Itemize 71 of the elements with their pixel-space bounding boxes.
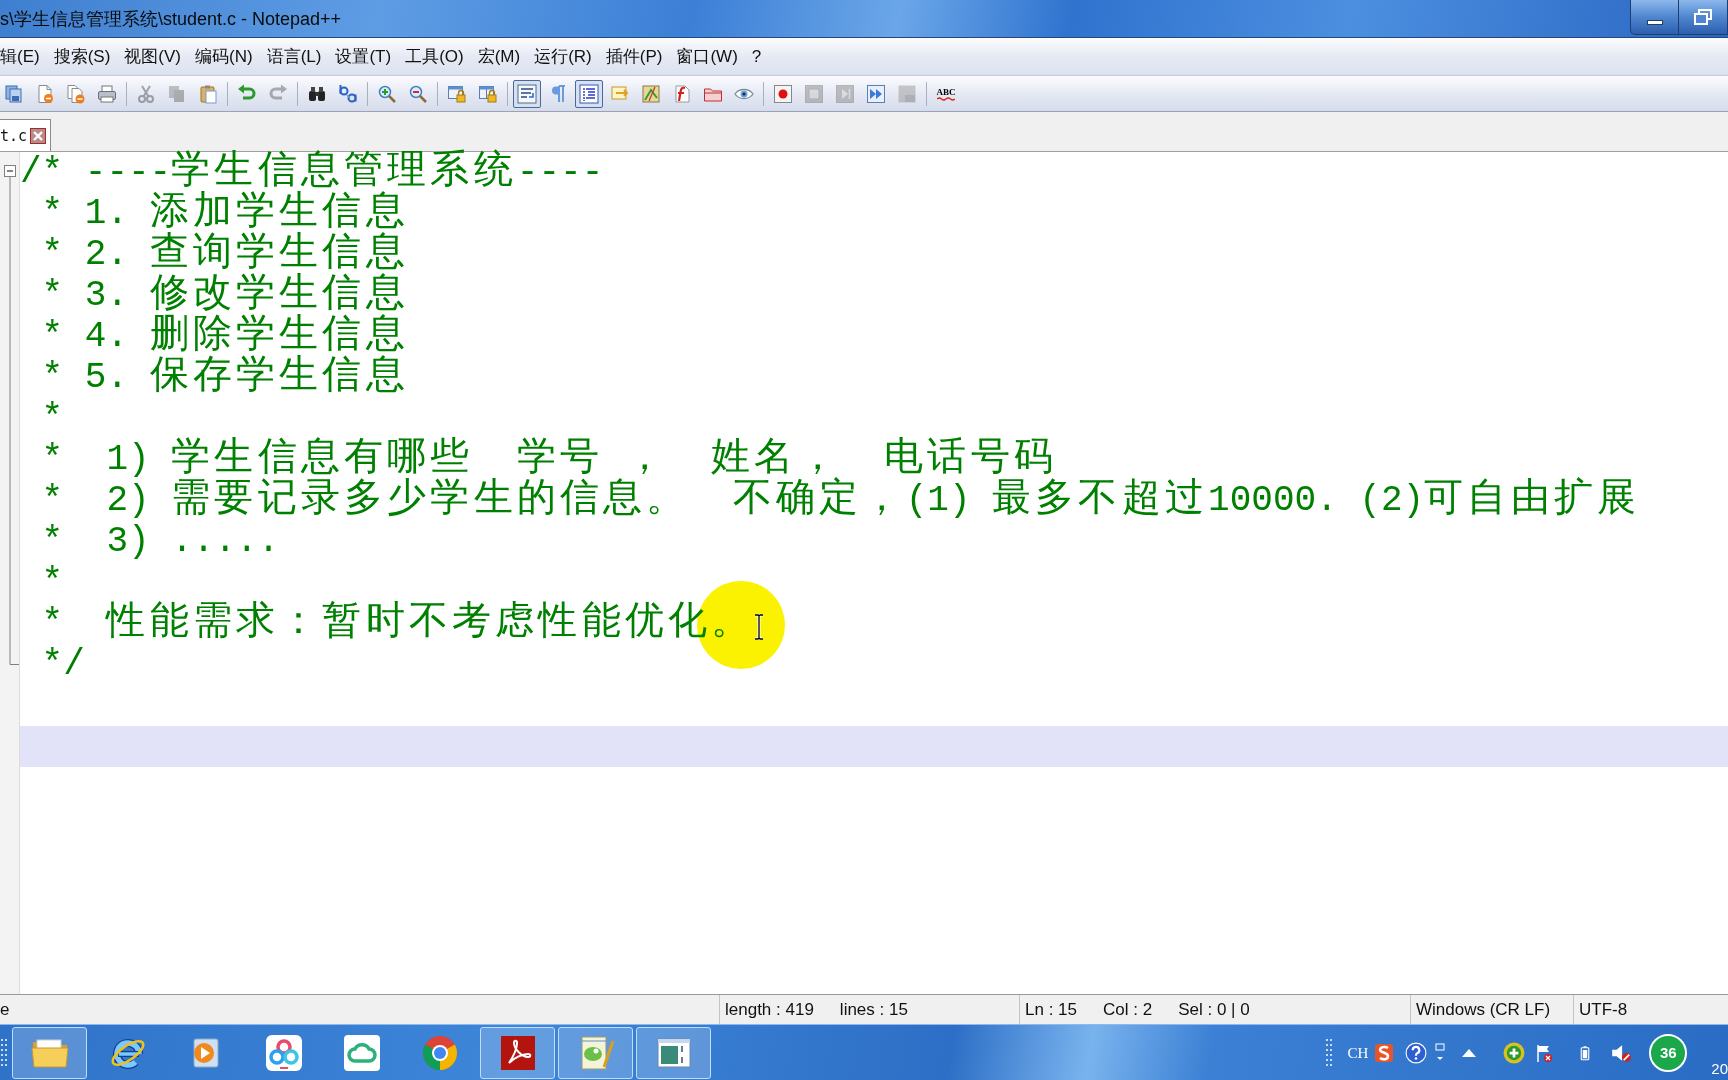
status-text: Sel : 0 | 0 bbox=[1178, 999, 1250, 1020]
document-close-icon bbox=[35, 83, 55, 104]
play-icon bbox=[835, 83, 855, 104]
text-cursor-icon bbox=[754, 614, 764, 640]
rings-logo-icon bbox=[263, 1032, 304, 1073]
code-line: */ bbox=[40, 644, 85, 685]
grip-icon bbox=[1326, 1039, 1333, 1066]
menu-item[interactable]: 编码(N) bbox=[195, 45, 253, 68]
taskbar-button[interactable] bbox=[636, 1026, 711, 1079]
code-line: * 5. 保存学生信息 bbox=[40, 357, 405, 398]
status-text: Ln : 15 bbox=[1025, 999, 1077, 1020]
menu-item[interactable]: ? bbox=[751, 45, 762, 68]
status-text: length : 419 bbox=[725, 999, 814, 1020]
documents-icon bbox=[4, 83, 24, 104]
window-title: s\学生信息管理系统\student.c - Notepad++ bbox=[0, 8, 342, 30]
menu-item[interactable]: 宏(M) bbox=[477, 45, 521, 68]
minimize-icon bbox=[1646, 20, 1663, 25]
clipboard-icon bbox=[198, 83, 218, 104]
window-lock-icon bbox=[478, 83, 498, 104]
menu-item[interactable]: 窗口(W) bbox=[676, 45, 738, 68]
map-icon bbox=[641, 83, 661, 104]
status-text: UTF-8 bbox=[1579, 999, 1628, 1020]
menu-item[interactable]: 视图(V) bbox=[124, 45, 181, 68]
function-icon bbox=[672, 83, 692, 104]
restore-button[interactable] bbox=[1679, 0, 1728, 35]
clock-text: 20 bbox=[1711, 1060, 1728, 1078]
zoom-out-icon bbox=[408, 83, 428, 104]
replace-icon bbox=[338, 83, 358, 104]
zoom-in-icon bbox=[377, 83, 397, 104]
fast-forward-icon bbox=[866, 83, 886, 104]
status-text: lines : 15 bbox=[839, 999, 908, 1020]
record-icon bbox=[773, 83, 793, 104]
menu-item[interactable]: 语言(L) bbox=[266, 45, 322, 68]
status-text: Col : 2 bbox=[1103, 999, 1153, 1020]
restore-icon bbox=[1694, 9, 1712, 25]
cloud-icon bbox=[341, 1032, 382, 1073]
grip-icon bbox=[1, 1039, 7, 1066]
code-line: * bbox=[40, 562, 64, 603]
input-language-indicator[interactable]: CH bbox=[1347, 1043, 1369, 1062]
menu-item[interactable]: 搜索(S) bbox=[53, 45, 111, 68]
close-icon[interactable] bbox=[30, 127, 47, 144]
documents-close-icon bbox=[66, 83, 86, 104]
indent-lines-icon bbox=[579, 83, 599, 104]
small-window-icon[interactable] bbox=[1435, 1042, 1446, 1063]
taskbar-button[interactable] bbox=[12, 1026, 87, 1079]
menu-item[interactable]: 辑(E) bbox=[0, 45, 40, 68]
stop-icon bbox=[804, 83, 824, 104]
caret-up-icon[interactable] bbox=[1462, 1048, 1477, 1057]
fold-marker-icon[interactable] bbox=[4, 165, 20, 665]
menu-item[interactable]: 运行(R) bbox=[534, 45, 592, 68]
scissors-icon bbox=[136, 83, 156, 104]
plus-circle-icon[interactable] bbox=[1503, 1041, 1526, 1064]
code-line: * bbox=[40, 398, 64, 439]
spellcheck-button[interactable]: ABC bbox=[932, 79, 960, 108]
help-icon[interactable] bbox=[1405, 1041, 1428, 1064]
status-text: e bbox=[0, 999, 10, 1020]
printer-icon bbox=[97, 83, 117, 104]
code-line: * 3) ..... bbox=[40, 521, 280, 562]
status-text: Windows (CR LF) bbox=[1416, 999, 1551, 1020]
taskbar-button[interactable] bbox=[480, 1026, 555, 1079]
menu-item[interactable]: 设置(T) bbox=[335, 45, 392, 68]
menu-item[interactable]: 工具(O) bbox=[405, 45, 464, 68]
menu-item[interactable]: 插件(P) bbox=[605, 45, 663, 68]
minimize-button[interactable] bbox=[1630, 0, 1679, 35]
file-tab[interactable]: t.c bbox=[0, 119, 52, 151]
input-method-icon[interactable] bbox=[1374, 1042, 1395, 1063]
copy-icon bbox=[167, 83, 187, 104]
wrap-lines-icon bbox=[517, 83, 537, 104]
window-lock-icon bbox=[447, 83, 467, 104]
wavy-underline-icon bbox=[937, 96, 955, 101]
taskbar-button[interactable] bbox=[558, 1026, 633, 1079]
